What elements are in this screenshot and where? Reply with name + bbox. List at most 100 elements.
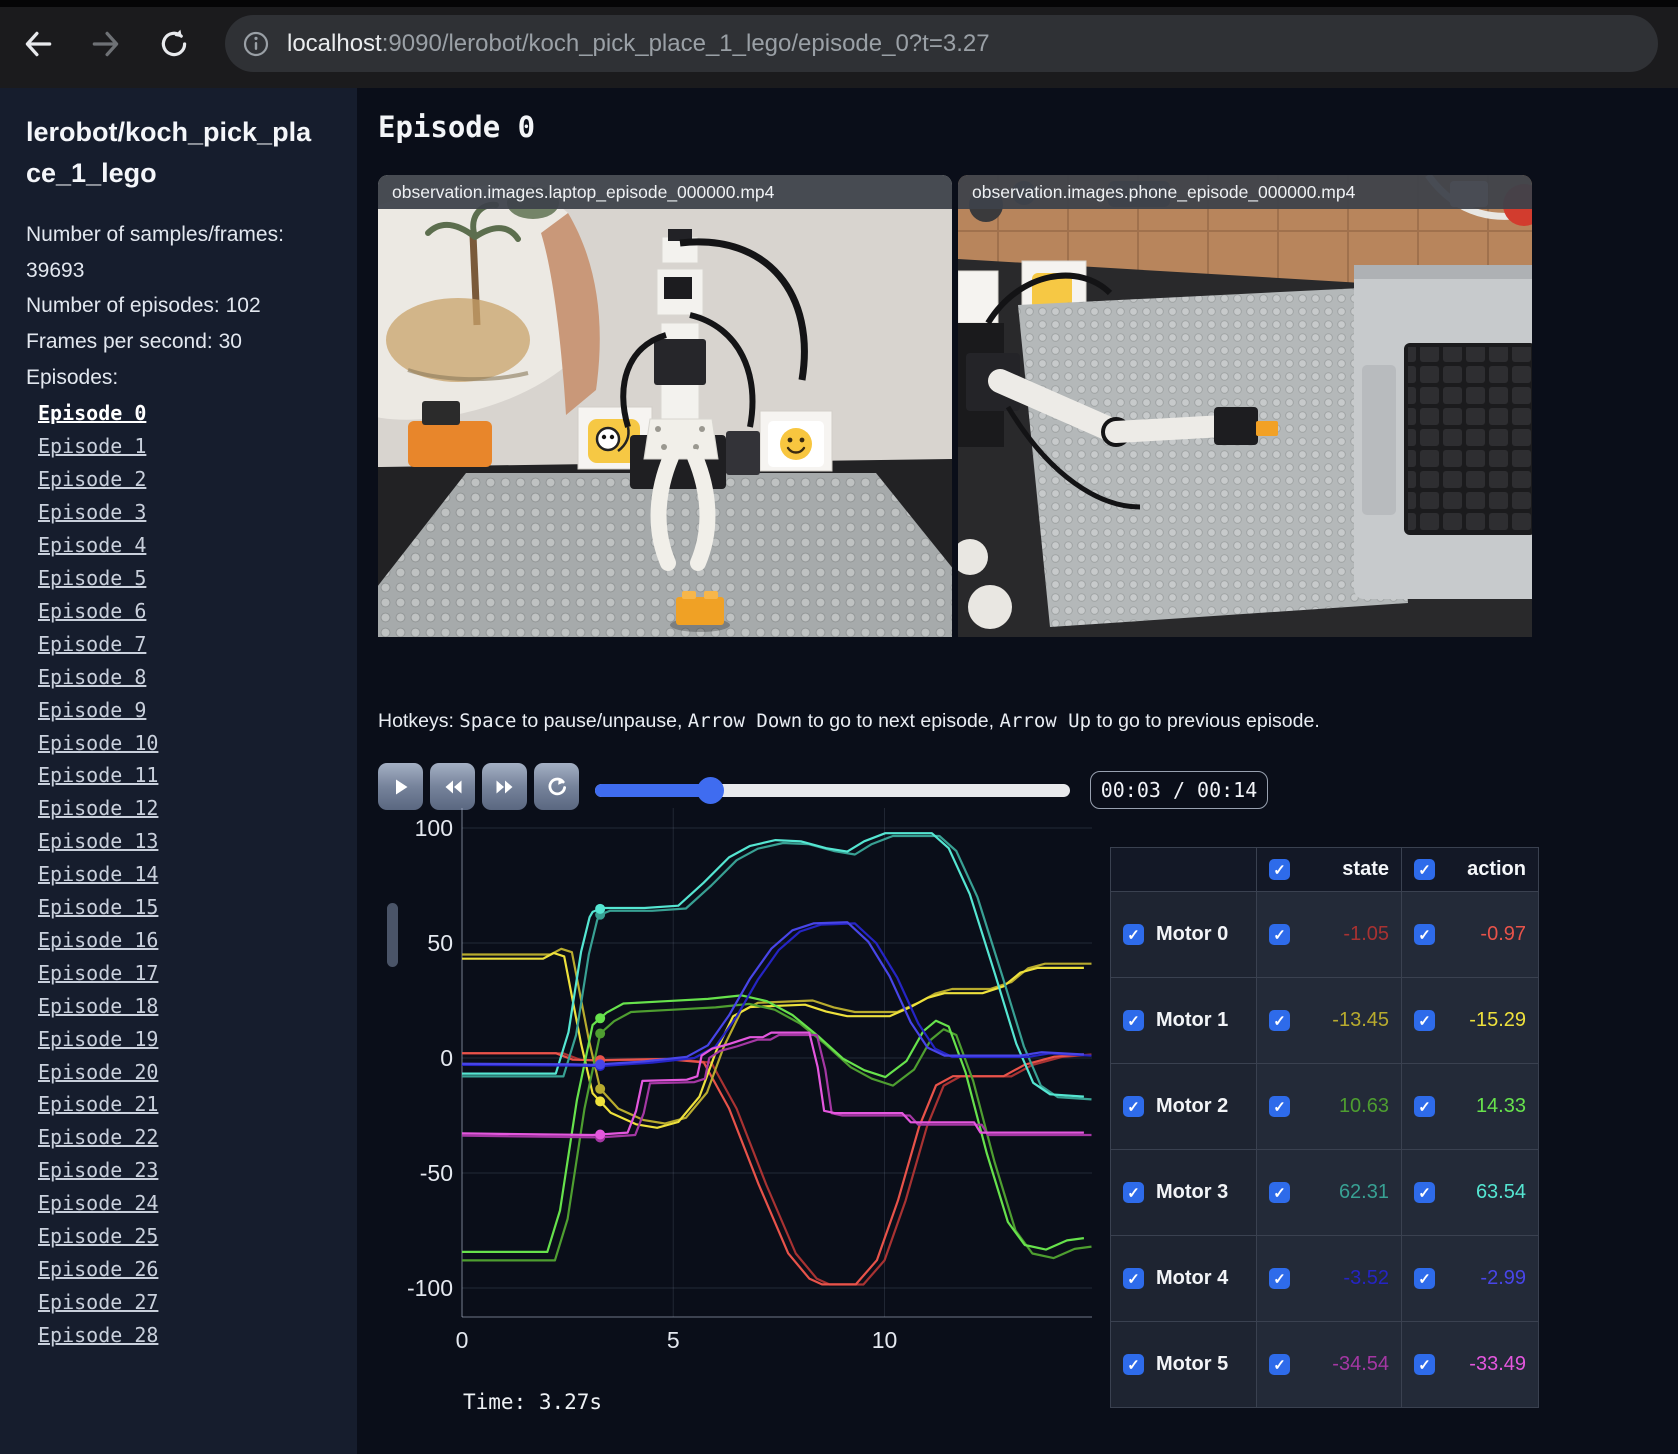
episode-link[interactable]: Episode 5	[38, 562, 333, 595]
episode-link[interactable]: Episode 22	[38, 1121, 333, 1154]
video-phone-camera[interactable]: observation.images.phone_episode_000000.…	[958, 175, 1532, 637]
lego-brick	[676, 597, 724, 625]
motor-label-cell: ✓ Motor 3	[1110, 1149, 1257, 1236]
motor-row-checkbox[interactable]: ✓	[1123, 1182, 1144, 1203]
series-state-motor-3	[462, 834, 1092, 1101]
site-info-icon[interactable]	[241, 29, 271, 59]
episode-link[interactable]: Episode 14	[38, 858, 333, 891]
browser-forward-button[interactable]	[88, 26, 124, 62]
scrollbar-thumb[interactable]	[387, 903, 398, 967]
action-value-cell: ✓ 14.33	[1401, 1063, 1539, 1150]
episode-link[interactable]: Episode 1	[38, 430, 333, 463]
state-value: -13.45	[1332, 1009, 1389, 1031]
state-header-label: state	[1342, 858, 1389, 880]
state-value: 10.63	[1338, 1095, 1389, 1117]
episode-link[interactable]: Episode 2	[38, 463, 333, 496]
action-value-cell: ✓ -15.29	[1401, 977, 1539, 1064]
state-value: -3.52	[1343, 1267, 1389, 1289]
motor-name: Motor 3	[1156, 1181, 1229, 1203]
action-value-checkbox[interactable]: ✓	[1414, 1010, 1435, 1031]
motor-row-checkbox[interactable]: ✓	[1123, 1096, 1144, 1117]
episode-link[interactable]: Episode 18	[38, 990, 333, 1023]
state-value-checkbox[interactable]: ✓	[1269, 1096, 1290, 1117]
current-time-label: Time: 3.27s	[463, 1390, 603, 1414]
action-value-checkbox[interactable]: ✓	[1414, 1096, 1435, 1117]
episode-link[interactable]: Episode 16	[38, 924, 333, 957]
dataset-stats: Number of samples/frames: 39693 Number o…	[26, 217, 296, 395]
current-time-marker	[595, 1096, 606, 1107]
state-value-cell: ✓ -13.45	[1256, 977, 1402, 1064]
state-column-checkbox[interactable]: ✓	[1269, 859, 1290, 880]
video-phone-title: observation.images.phone_episode_000000.…	[958, 175, 1532, 209]
state-value-checkbox[interactable]: ✓	[1269, 1010, 1290, 1031]
browser-back-button[interactable]	[20, 26, 56, 62]
series-action-motor-5	[462, 1031, 1084, 1137]
current-time-marker	[595, 1129, 606, 1140]
browser-reload-button[interactable]	[156, 26, 192, 62]
state-value-checkbox[interactable]: ✓	[1269, 924, 1290, 945]
episode-link[interactable]: Episode 0	[38, 397, 333, 430]
hotkey-text: to go to next episode,	[802, 710, 1000, 732]
motor-row-checkbox[interactable]: ✓	[1123, 1268, 1144, 1289]
action-value: -15.29	[1469, 1009, 1526, 1031]
video-laptop-camera[interactable]: observation.images.laptop_episode_000000…	[378, 175, 952, 637]
current-time-marker	[595, 1028, 606, 1039]
action-value-checkbox[interactable]: ✓	[1414, 1182, 1435, 1203]
state-value-checkbox[interactable]: ✓	[1269, 1268, 1290, 1289]
episode-link[interactable]: Episode 9	[38, 694, 333, 727]
motor-label-cell: ✓ Motor 5	[1110, 1321, 1257, 1408]
video-laptop-title: observation.images.laptop_episode_000000…	[378, 175, 952, 209]
episode-link[interactable]: Episode 4	[38, 529, 333, 562]
action-value: 14.33	[1475, 1095, 1526, 1117]
stat-samples: Number of samples/frames: 39693	[26, 223, 284, 282]
action-column-checkbox[interactable]: ✓	[1414, 859, 1435, 880]
episode-link[interactable]: Episode 19	[38, 1023, 333, 1056]
state-header-cell: ✓ state	[1256, 847, 1402, 892]
episode-link[interactable]: Episode 7	[38, 628, 333, 661]
motor-row-checkbox[interactable]: ✓	[1123, 924, 1144, 945]
episode-link[interactable]: Episode 3	[38, 496, 333, 529]
episode-link[interactable]: Episode 24	[38, 1187, 333, 1220]
episode-link[interactable]: Episode 11	[38, 759, 333, 792]
action-value-checkbox[interactable]: ✓	[1414, 924, 1435, 945]
person	[378, 186, 600, 420]
hotkey-text: to pause/unpause,	[516, 710, 688, 732]
episode-link[interactable]: Episode 15	[38, 891, 333, 924]
state-value: -1.05	[1343, 923, 1389, 945]
episode-link[interactable]: Episode 8	[38, 661, 333, 694]
motor-row-checkbox[interactable]: ✓	[1123, 1010, 1144, 1031]
episode-link[interactable]: Episode 21	[38, 1088, 333, 1121]
action-value: -2.99	[1480, 1267, 1526, 1289]
state-value-cell: ✓ -3.52	[1256, 1235, 1402, 1322]
episode-link[interactable]: Episode 27	[38, 1286, 333, 1319]
motor-name: Motor 0	[1156, 923, 1229, 945]
episode-link[interactable]: Episode 13	[38, 825, 333, 858]
action-value-checkbox[interactable]: ✓	[1414, 1354, 1435, 1375]
episode-link[interactable]: Episode 17	[38, 957, 333, 990]
state-value-checkbox[interactable]: ✓	[1269, 1182, 1290, 1203]
episode-link[interactable]: Episode 12	[38, 792, 333, 825]
action-header-cell: ✓ action	[1401, 847, 1539, 892]
episodes-list: Episode 0 Episode 1 Episode 2 Episode 3 Epis…	[26, 397, 333, 1351]
y-tick-label: 0	[440, 1045, 453, 1071]
url-bar[interactable]: localhost:9090/lerobot/koch_pick_place_1…	[225, 15, 1658, 72]
episode-link[interactable]: Episode 20	[38, 1056, 333, 1089]
hotkey-key: Arrow Up	[999, 710, 1092, 732]
motor-row-checkbox[interactable]: ✓	[1123, 1354, 1144, 1375]
episode-link[interactable]: Episode 26	[38, 1253, 333, 1286]
episode-link[interactable]: Episode 28	[38, 1319, 333, 1352]
episode-link[interactable]: Episode 25	[38, 1220, 333, 1253]
browser-toolbar: localhost:9090/lerobot/koch_pick_place_1…	[0, 0, 1678, 88]
episode-link[interactable]: Episode 6	[38, 595, 333, 628]
episode-link[interactable]: Episode 23	[38, 1154, 333, 1187]
motor-name: Motor 4	[1156, 1267, 1229, 1289]
state-value-cell: ✓ -34.54	[1256, 1321, 1402, 1408]
episode-link[interactable]: Episode 10	[38, 727, 333, 760]
url-text: localhost:9090/lerobot/koch_pick_place_1…	[287, 30, 990, 58]
action-value-checkbox[interactable]: ✓	[1414, 1268, 1435, 1289]
sidebar: lerobot/koch_pick_place_1_lego Number of…	[0, 88, 357, 1454]
hotkey-key: Space	[459, 710, 517, 732]
state-value-checkbox[interactable]: ✓	[1269, 1354, 1290, 1375]
phone-video-scene	[958, 175, 1532, 637]
motor-label-cell: ✓ Motor 4	[1110, 1235, 1257, 1322]
